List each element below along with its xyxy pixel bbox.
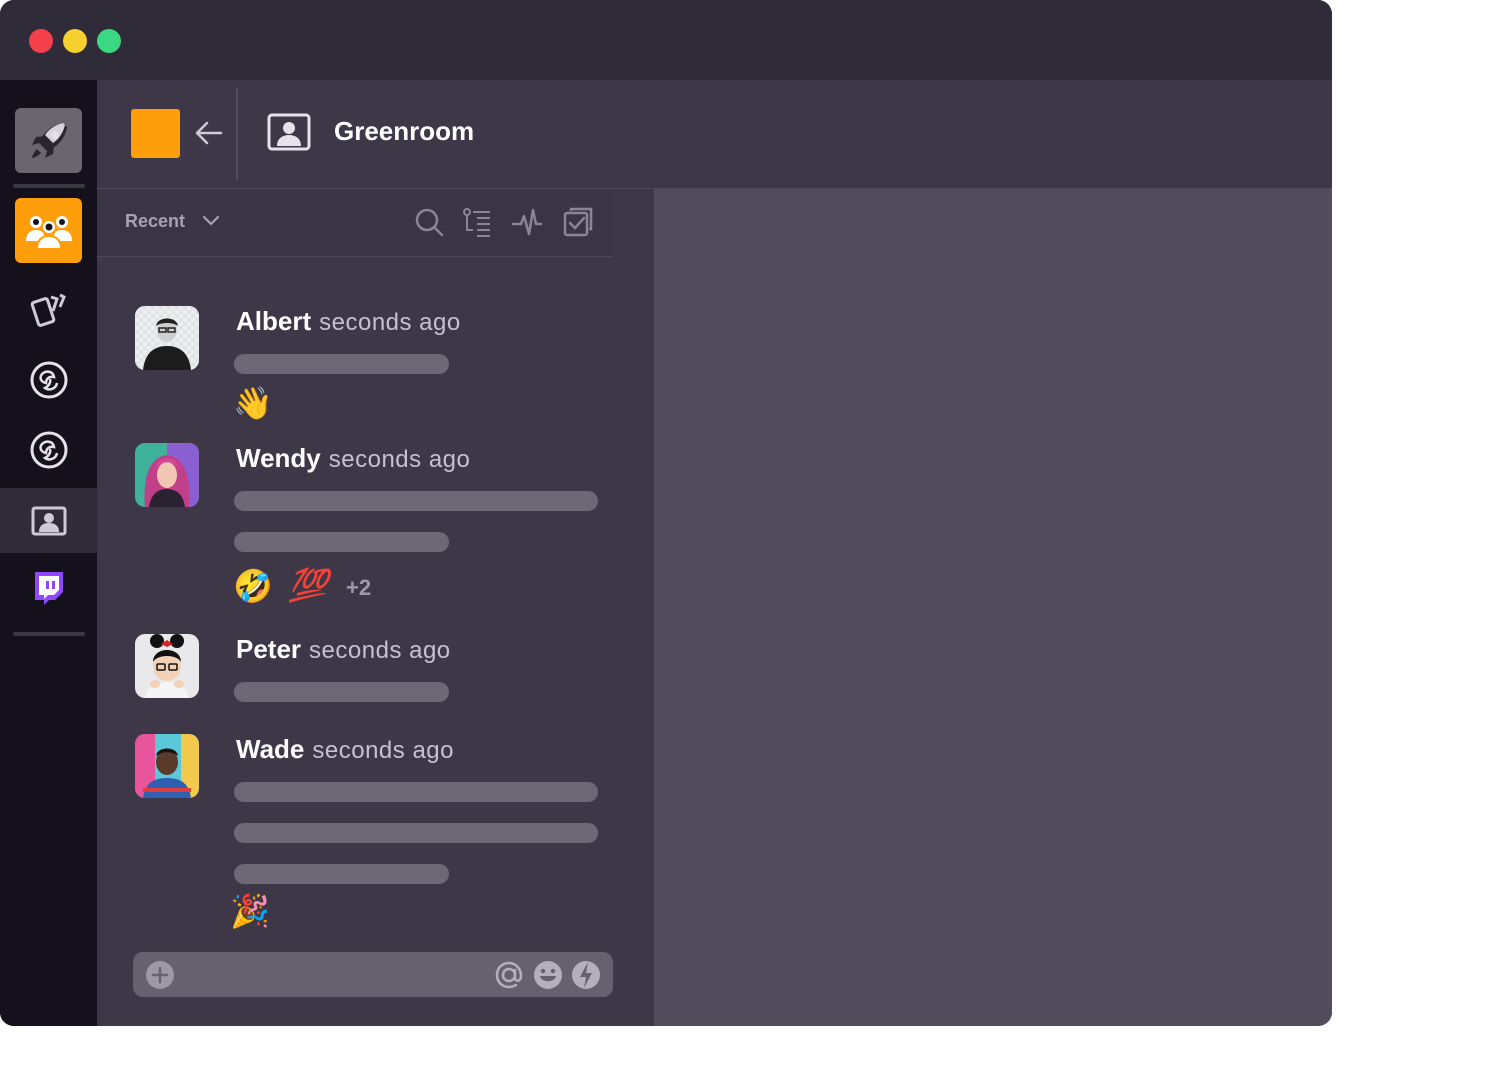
avatar-wendy <box>135 443 199 507</box>
author-name[interactable]: Peter <box>236 634 301 664</box>
avatar-albert <box>135 306 199 370</box>
message-text-placeholder <box>234 782 598 802</box>
cards-icon <box>30 293 66 327</box>
chevron-down-icon[interactable] <box>201 214 221 228</box>
obs-icon <box>30 431 67 468</box>
message-header: Wade seconds ago <box>236 734 454 765</box>
lightning-icon[interactable] <box>570 959 602 991</box>
back-arrow-icon[interactable] <box>193 118 225 148</box>
channel-header: Greenroom <box>97 80 1332 189</box>
search-icon[interactable] <box>413 206 445 238</box>
add-icon[interactable] <box>144 959 176 991</box>
rail-selected-section <box>0 488 97 553</box>
more-reactions-count[interactable]: +2 <box>346 575 371 601</box>
page-title: Greenroom <box>334 116 475 146</box>
mention-icon[interactable] <box>493 959 525 991</box>
close-window-button[interactable] <box>29 29 53 53</box>
rail-divider <box>13 184 85 188</box>
message-text-placeholder <box>234 354 449 374</box>
greenroom-icon <box>31 506 66 535</box>
rocket-icon <box>31 122 67 158</box>
app-rail <box>0 80 97 1026</box>
message-header: Peter seconds ago <box>236 634 451 665</box>
obs-icon <box>30 361 67 398</box>
emoji-icon[interactable] <box>532 959 564 991</box>
main-content-area <box>654 189 1332 1026</box>
rail-item-rocket[interactable] <box>15 108 82 173</box>
timestamp: seconds ago <box>309 637 451 664</box>
rail-item-obs-1[interactable] <box>15 347 82 412</box>
message-text-placeholder <box>234 532 449 552</box>
avatar[interactable] <box>135 634 199 698</box>
rail-item-obs-2[interactable] <box>15 417 82 482</box>
author-name[interactable]: Wendy <box>236 443 321 473</box>
rail-divider <box>13 632 85 636</box>
rail-bottom-section <box>0 553 97 1026</box>
author-name[interactable]: Wade <box>236 734 304 764</box>
message-text-placeholder <box>234 491 598 511</box>
header-divider <box>236 88 238 180</box>
message-text-placeholder <box>234 864 449 884</box>
reaction-emoji[interactable]: 💯 <box>288 567 328 603</box>
tasks-icon[interactable] <box>562 206 594 238</box>
chat-panel: Recent Albert seconds ago 👋 Wendy second… <box>97 189 654 1026</box>
avatar-peter <box>135 634 199 698</box>
message-header: Wendy seconds ago <box>236 443 470 474</box>
rail-item-cards[interactable] <box>15 276 82 341</box>
rail-item-twitch[interactable] <box>15 555 82 620</box>
author-name[interactable]: Albert <box>236 306 311 336</box>
workspace-avatar[interactable] <box>131 109 180 158</box>
greenroom-icon <box>267 113 311 151</box>
reaction-emoji[interactable]: 🎉 <box>230 893 270 929</box>
timestamp: seconds ago <box>328 446 471 473</box>
twitch-icon <box>34 571 63 605</box>
title-bar <box>0 0 1332 80</box>
chat-toolbar: Recent <box>97 189 612 257</box>
message-text-placeholder <box>234 682 449 702</box>
rail-item-greenroom[interactable] <box>15 488 82 553</box>
threads-icon[interactable] <box>461 206 493 238</box>
avatar[interactable] <box>135 306 199 370</box>
avatar[interactable] <box>135 734 199 798</box>
timestamp: seconds ago <box>319 309 461 336</box>
maximize-window-button[interactable] <box>97 29 121 53</box>
rail-top-section <box>0 80 97 488</box>
rail-item-team[interactable] <box>15 198 82 263</box>
team-icon <box>25 215 72 250</box>
avatar[interactable] <box>135 443 199 507</box>
avatar-wade <box>135 734 199 798</box>
timestamp: seconds ago <box>312 737 454 764</box>
message-composer[interactable] <box>133 952 613 997</box>
reaction-emoji[interactable]: 👋 <box>233 385 273 421</box>
app-window: Greenroom Recent Albert seconds ago 👋 We… <box>0 0 1332 1026</box>
message-text-placeholder <box>234 823 598 843</box>
minimize-window-button[interactable] <box>63 29 87 53</box>
activity-icon[interactable] <box>511 206 543 238</box>
reaction-emoji[interactable]: 🤣 <box>233 568 273 604</box>
message-header: Albert seconds ago <box>236 306 461 337</box>
filter-dropdown-label[interactable]: Recent <box>125 211 185 232</box>
